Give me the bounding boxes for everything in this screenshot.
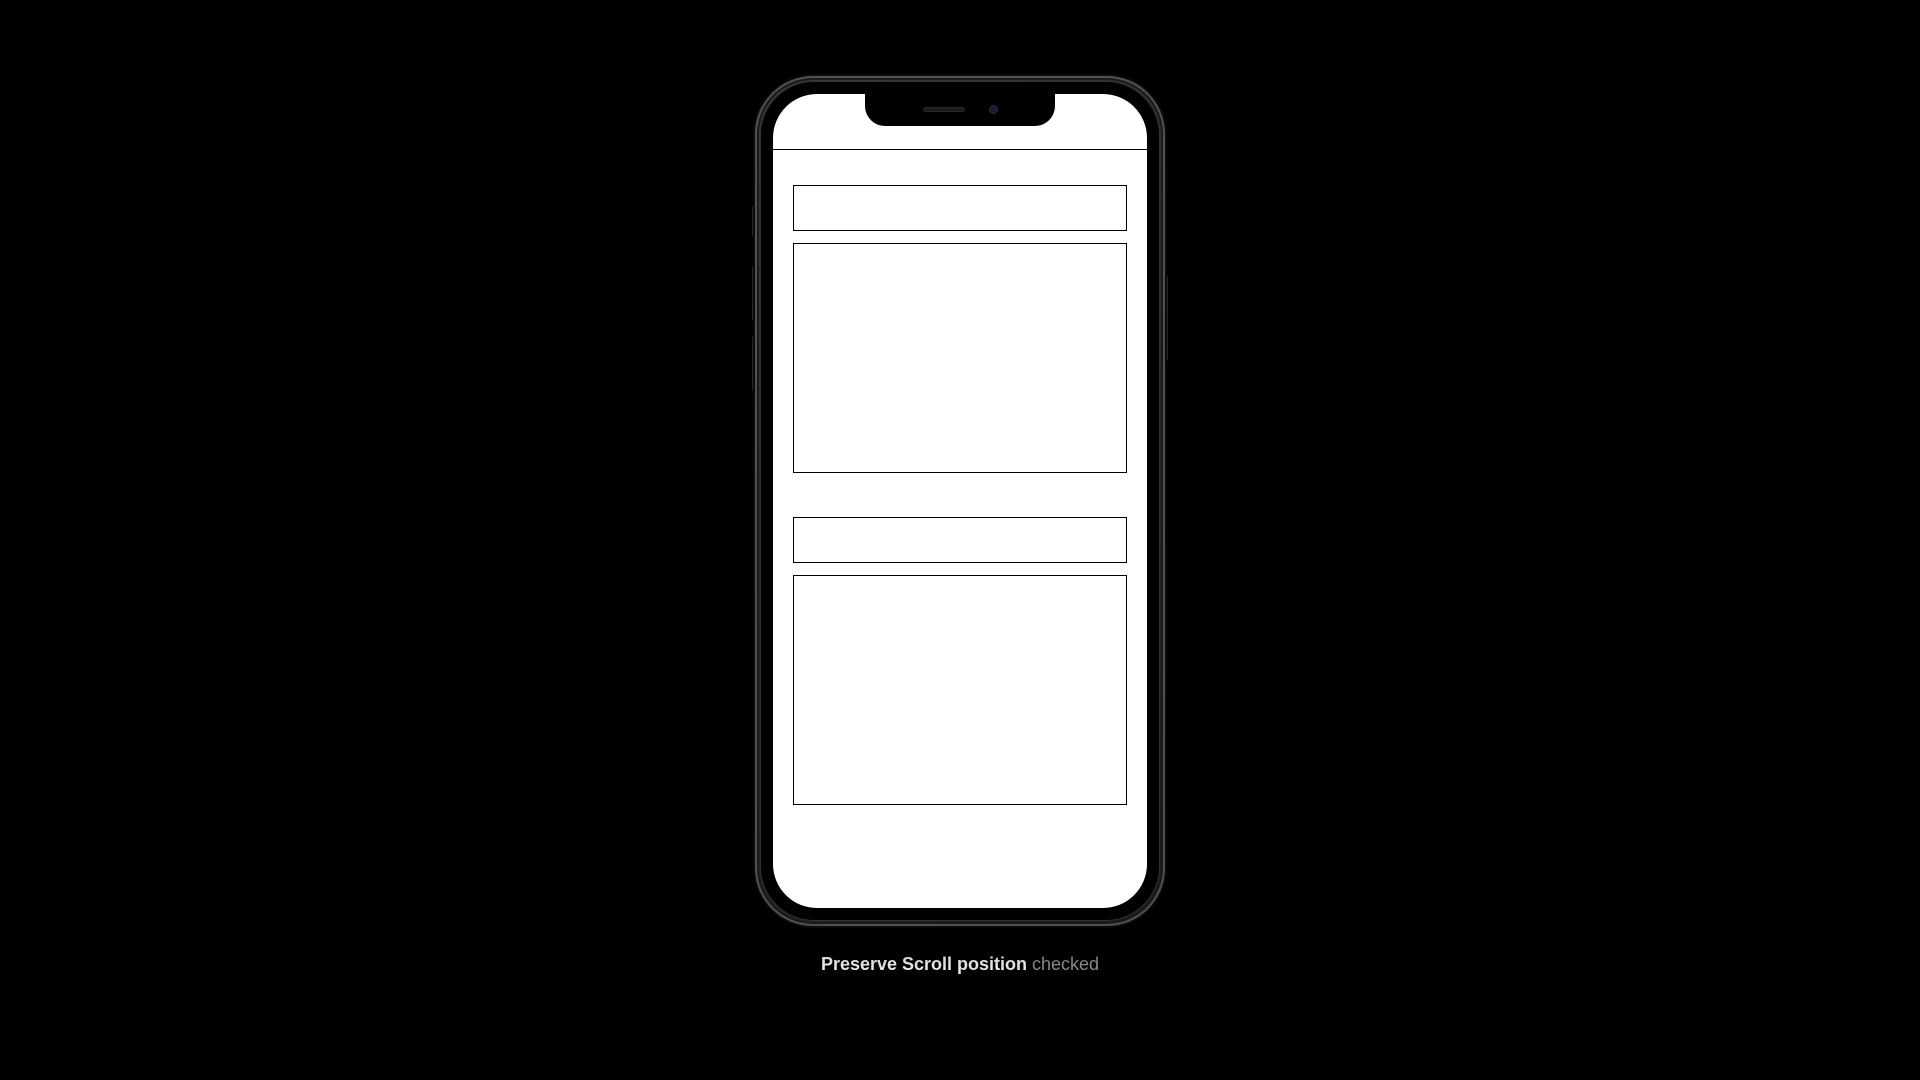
wireframe-header-block [793,517,1127,563]
screen-content [773,94,1147,908]
wireframe-scroll-area[interactable] [773,185,1147,908]
wireframe-content-block [793,575,1127,805]
camera-icon [989,105,998,114]
speaker-icon [923,107,965,112]
wireframe-header-block [793,185,1127,231]
caption-text: Preserve Scroll position checked [821,954,1099,975]
wireframe-card-group [793,517,1127,805]
caption-label-rest: checked [1027,954,1099,974]
caption-label-bold: Preserve Scroll position [821,954,1027,974]
wireframe-content-block [793,243,1127,473]
phone-notch [865,94,1055,126]
wireframe-card-group [793,185,1127,473]
header-divider [773,149,1147,150]
phone-screen[interactable] [773,94,1147,908]
phone-mockup [755,76,1165,926]
